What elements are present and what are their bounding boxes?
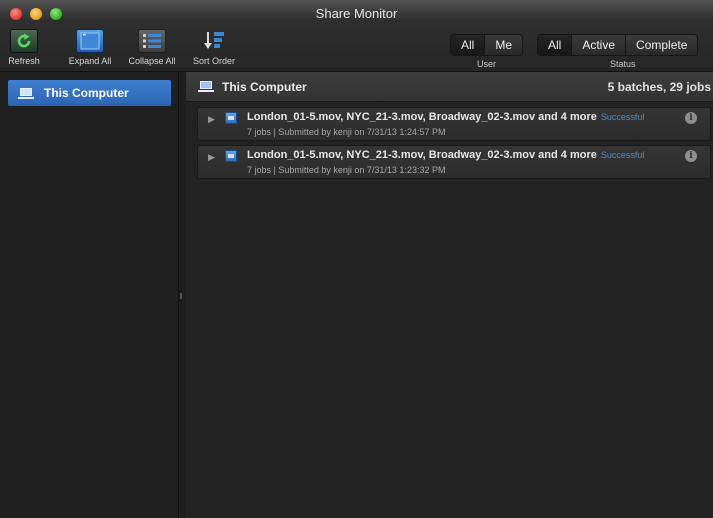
sort-order-button[interactable]: Sort Order [190,29,238,66]
collapse-all-button[interactable]: Collapse All [124,29,180,66]
status-filter-control: All Active Complete [537,34,699,56]
refresh-label: Refresh [8,56,40,66]
collapse-all-icon [138,29,166,53]
computer-icon [198,81,214,92]
sort-order-label: Sort Order [192,56,235,66]
group-header[interactable]: This Computer 5 batches, 29 jobs [186,72,713,102]
window-toolbar: Share Monitor Refresh Expand All Collaps… [0,0,713,72]
disclosure-triangle-icon[interactable]: ▶ [208,152,215,163]
batch-icon [225,112,237,124]
batch-icon [225,150,237,162]
info-icon[interactable]: i [685,112,697,124]
batch-status: Successful [600,150,645,160]
info-icon[interactable]: i [685,150,697,162]
sidebar-item-label: This Computer [44,86,129,100]
status-filter-caption: Status [610,59,636,69]
batch-title-line: London_01-5.mov, NYC_21-3.mov, Broadway_… [247,111,644,123]
sort-order-icon [200,29,228,53]
batch-detail: 7 jobs | Submitted by kenji on 7/31/13 1… [247,165,446,175]
status-filter-complete[interactable]: Complete [625,35,697,55]
window-title: Share Monitor [315,6,398,21]
sidebar-item-this-computer[interactable]: This Computer [8,80,171,106]
user-filter-me[interactable]: Me [484,35,522,55]
group-name: This Computer [222,79,307,94]
batch-detail: 7 jobs | Submitted by kenji on 7/31/13 1… [247,127,446,137]
computer-icon [18,87,34,99]
disclosure-triangle-icon[interactable]: ▶ [208,114,215,125]
expand-all-label: Expand All [68,56,112,66]
job-batch-row[interactable]: ▶ London_01-5.mov, NYC_21-3.mov, Broadwa… [197,107,711,141]
batch-title: London_01-5.mov, NYC_21-3.mov, Broadway_… [247,111,597,123]
user-filter-caption: User [477,59,497,69]
refresh-icon [10,29,38,53]
status-filter-all[interactable]: All [538,35,572,55]
collapse-all-label: Collapse All [128,56,176,66]
split-view-divider[interactable] [180,293,182,299]
group-summary: 5 batches, 29 jobs [607,79,711,94]
job-list: This Computer 5 batches, 29 jobs ▶ Londo… [186,72,713,518]
expand-all-button[interactable]: Expand All [62,29,118,66]
expand-all-icon [76,29,104,53]
batch-status: Successful [600,112,645,122]
user-filter-all[interactable]: All [451,35,485,55]
batch-title: London_01-5.mov, NYC_21-3.mov, Broadway_… [247,149,597,161]
user-filter-control: All Me [450,34,524,56]
batch-title-line: London_01-5.mov, NYC_21-3.mov, Broadway_… [247,149,644,161]
job-batch-row[interactable]: ▶ London_01-5.mov, NYC_21-3.mov, Broadwa… [197,145,711,179]
status-filter-active[interactable]: Active [571,35,625,55]
sidebar: This Computer [0,72,179,518]
refresh-button[interactable]: Refresh [6,29,42,66]
